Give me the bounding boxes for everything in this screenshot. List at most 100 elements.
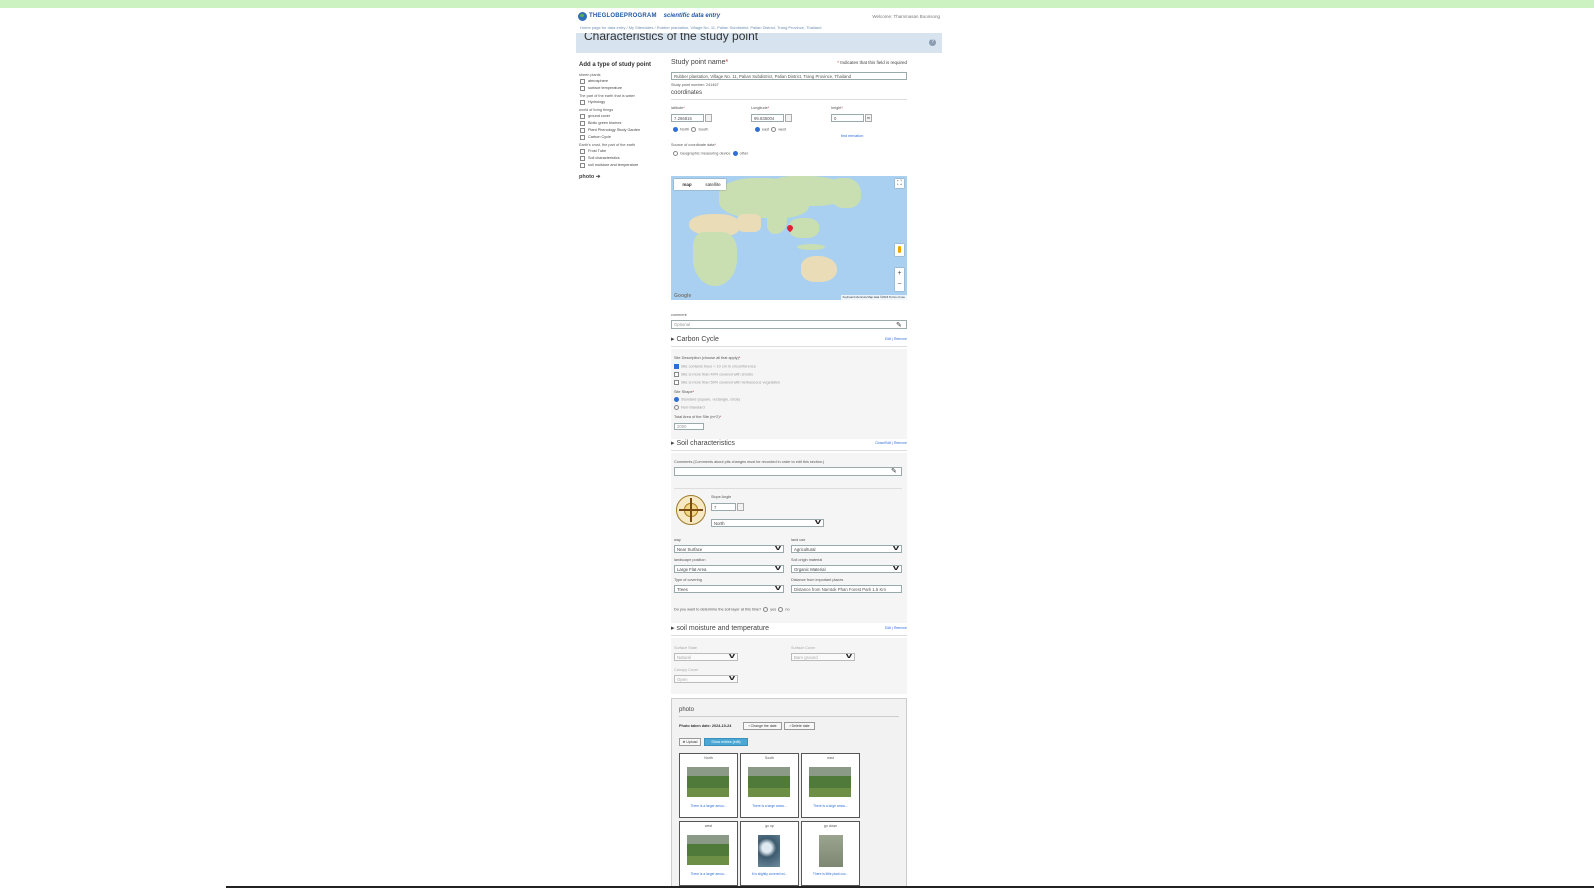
- slope-input[interactable]: 7: [711, 503, 736, 511]
- welcome-text[interactable]: Welcome: Thammasan Boonsong: [872, 14, 940, 19]
- help-icon[interactable]: ?: [929, 39, 936, 46]
- soil-comments-input[interactable]: [674, 467, 902, 476]
- carbon-actions[interactable]: Edit | Remove: [885, 337, 907, 341]
- slope-stepper[interactable]: [737, 503, 744, 511]
- carbon-heading[interactable]: Carbon Cycle: [676, 336, 718, 343]
- delete-date-button[interactable]: ▪ Delete date: [784, 722, 815, 730]
- study-point-input[interactable]: Rubber plantation, Village No. 11, Palia…: [671, 72, 907, 80]
- distance-input[interactable]: Distance from Namtok Phan Forest Park 1.…: [791, 585, 902, 593]
- longitude-input[interactable]: 99.835004: [751, 114, 784, 122]
- photo-card[interactable]: west There is a larger amou...: [679, 821, 738, 886]
- sidebar-item-soil-characteristics[interactable]: Soil characteristics: [579, 156, 661, 161]
- map-attribution[interactable]: Keyboard shortcuts Map data ©2024 Terms …: [840, 295, 907, 300]
- covering-select[interactable]: Trees v: [674, 585, 784, 593]
- moisture-panel: Surface State Natural v Surface Cover Bar…: [671, 638, 907, 694]
- checkbox-icon: [580, 86, 585, 91]
- chevron-down-icon: v: [728, 675, 736, 682]
- way-select[interactable]: Near Surface v: [674, 545, 784, 553]
- site-desc-option[interactable]: Site is more than 50% covered with herba…: [674, 380, 780, 385]
- site-desc-label: Site Description (choose all that apply)…: [674, 356, 741, 360]
- soil-origin-select[interactable]: Organic Material v: [791, 565, 902, 573]
- site-shape-option[interactable]: Non-Standard: [674, 405, 705, 410]
- radio-icon: [778, 607, 784, 612]
- sidebar-item-ground-cover[interactable]: ground cover: [579, 114, 661, 119]
- sidebar-item-phenology[interactable]: Plant Phenology Study Garden: [579, 128, 661, 133]
- site-shape-label: Site Shape*: [674, 390, 695, 394]
- sidebar-item-frost-tube[interactable]: Frost Tube: [579, 149, 661, 154]
- photo-caption[interactable]: There is a large amou...: [802, 804, 859, 808]
- latitude-input[interactable]: 7.266816: [671, 114, 704, 122]
- longitude-stepper[interactable]: [785, 114, 792, 122]
- photo-caption[interactable]: There is little plant cov...: [802, 872, 859, 876]
- canopy-cover-select[interactable]: Open v: [674, 675, 738, 683]
- sidebar-item-soil-moisture[interactable]: soil moisture and temperature: [579, 163, 661, 168]
- zoom-in-icon[interactable]: +: [895, 268, 904, 279]
- zoom-out-icon[interactable]: −: [895, 279, 904, 290]
- upload-button[interactable]: ⊕ Upload: [679, 738, 701, 746]
- photo-thumbnail[interactable]: [819, 835, 843, 867]
- show-entries-button[interactable]: Show entries (edit): [704, 738, 748, 746]
- sidebar-item-hydrology[interactable]: Hydrology: [579, 100, 661, 105]
- site-shape-option[interactable]: Standard (square, rectangle, circle): [674, 397, 740, 402]
- photo-card[interactable]: go up It is slightly covered wi...: [740, 821, 799, 886]
- moisture-heading[interactable]: soil moisture and temperature: [676, 625, 769, 632]
- globe-logo[interactable]: THEGLOBEPROGRAM: [578, 11, 657, 21]
- photo-caption[interactable]: There is a larger amou...: [680, 804, 737, 808]
- site-area-label: Total Area of the Site (m^2)*: [674, 415, 722, 419]
- photo-thumbnail[interactable]: [809, 767, 851, 797]
- map-land: [789, 218, 819, 238]
- lon-radio-group[interactable]: east west: [755, 127, 786, 132]
- photo-card-title: east: [827, 756, 834, 760]
- direction-select[interactable]: North v: [711, 519, 824, 527]
- field-label: landscape position: [674, 558, 706, 562]
- moisture-actions[interactable]: Edit | Remove: [885, 626, 907, 630]
- radio-icon: [674, 405, 679, 410]
- comment-input[interactable]: Optional: [671, 320, 907, 329]
- surface-cover-select[interactable]: Bare ground v: [791, 653, 855, 661]
- site-desc-option[interactable]: Site contains trees > 10 cm in circumfer…: [674, 364, 756, 369]
- photo-card[interactable]: South There is a large amou...: [740, 753, 799, 818]
- photo-caption[interactable]: It is slightly covered wi...: [741, 872, 798, 876]
- field-label: Soil origin material: [791, 558, 823, 562]
- photo-card[interactable]: North There is a larger amou...: [679, 753, 738, 818]
- photo-thumbnail[interactable]: [687, 835, 729, 865]
- sidebar-item-biotic[interactable]: Biotic green biomes: [579, 121, 661, 126]
- fullscreen-icon[interactable]: ⛶: [895, 179, 904, 188]
- radio-icon: [755, 127, 760, 132]
- photo-thumbnail[interactable]: [687, 767, 729, 797]
- soil-layer-question[interactable]: Do you want to determine the soil layer …: [674, 607, 790, 612]
- sidebar-heading: Add a type of study point: [579, 62, 651, 68]
- title-bar: Characteristics of the study point ?: [576, 33, 942, 53]
- map-tab[interactable]: map: [674, 182, 700, 187]
- site-desc-option[interactable]: Site is more than 40% covered with shrub…: [674, 372, 753, 377]
- photo-card[interactable]: east There is a large amou...: [801, 753, 860, 818]
- photo-card[interactable]: go down There is little plant cov...: [801, 821, 860, 886]
- sidebar-group-label: world of living things: [579, 108, 614, 112]
- surface-state-select[interactable]: Natural v: [674, 653, 738, 661]
- change-date-button[interactable]: ▪ Change the date: [743, 722, 782, 730]
- height-input[interactable]: 0: [831, 114, 864, 122]
- satellite-tab[interactable]: satellite: [700, 182, 726, 187]
- land-use-select[interactable]: Agricultural v: [791, 545, 902, 553]
- landscape-position-select[interactable]: Large Flat Area v: [674, 565, 784, 573]
- checkbox-icon: [580, 156, 585, 161]
- soil-actions[interactable]: Close/Edit | Remove: [875, 441, 907, 445]
- street-view-icon[interactable]: [895, 244, 904, 256]
- soil-heading[interactable]: Soil characteristics: [676, 440, 734, 447]
- breadcrumb[interactable]: Home page for data entry / My Sites/site…: [580, 25, 821, 30]
- location-map[interactable]: map satellite ⛶ + − Google Keyboard shor…: [671, 176, 907, 300]
- site-area-input[interactable]: 2000: [674, 423, 704, 430]
- sidebar-photo-link[interactable]: photo ➔: [579, 174, 661, 180]
- sidebar-item-carbon-cycle[interactable]: Carbon Cycle: [579, 135, 661, 140]
- photo-card-title: North: [704, 756, 713, 760]
- sidebar-item-surface-temperature[interactable]: surface temperature: [579, 86, 661, 91]
- photo-thumbnail[interactable]: [748, 767, 790, 797]
- sidebar-item-atmosphere[interactable]: atmosphere: [579, 79, 661, 84]
- find-elevation-link[interactable]: find elevation: [841, 134, 863, 138]
- lat-radio-group[interactable]: North South: [673, 127, 708, 132]
- latitude-stepper[interactable]: [705, 114, 712, 122]
- photo-thumbnail[interactable]: [758, 835, 780, 867]
- photo-caption[interactable]: There is a larger amou...: [680, 872, 737, 876]
- photo-caption[interactable]: There is a large amou...: [741, 804, 798, 808]
- source-radio-group[interactable]: Geographic measuring device other: [673, 151, 748, 156]
